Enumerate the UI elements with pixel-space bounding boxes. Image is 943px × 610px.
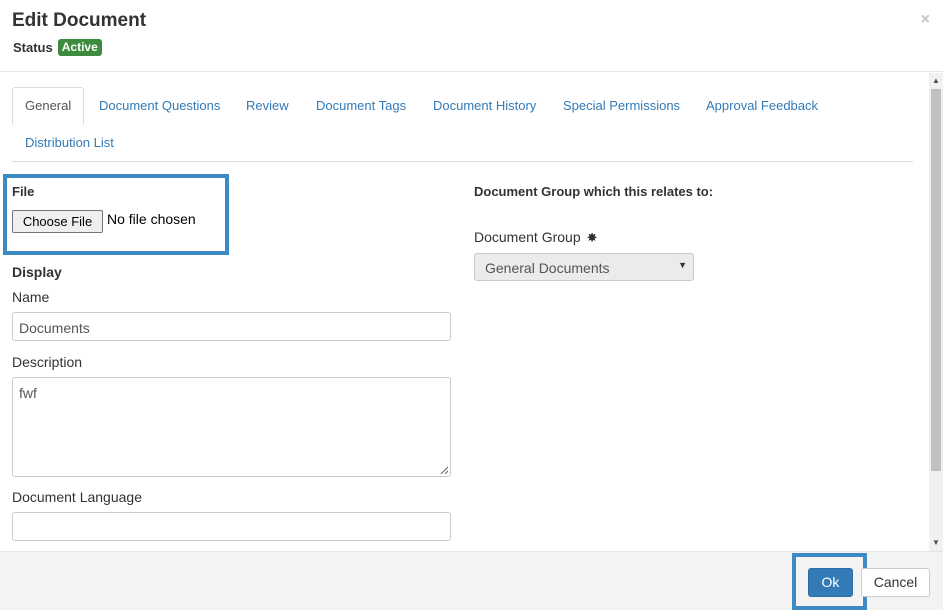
modal-header: Edit Document Status Active × <box>0 0 943 72</box>
display-heading: Display <box>12 264 62 280</box>
description-label: Description <box>12 354 83 370</box>
scroll-thumb[interactable] <box>931 89 941 471</box>
resize-grip-icon[interactable] <box>440 466 448 474</box>
file-label: File <box>12 184 35 199</box>
tab-distribution-list[interactable]: Distribution List <box>25 135 114 150</box>
modal-body: General Document Questions Review Docume… <box>0 73 929 551</box>
description-value: fwf <box>19 385 37 401</box>
required-asterisk-icon: ✸ <box>586 230 598 245</box>
description-textarea[interactable]: fwf <box>12 377 451 477</box>
choose-file-button[interactable]: Choose File <box>12 210 103 233</box>
document-group-selected: General Documents <box>485 260 610 276</box>
name-input[interactable]: Documents <box>12 312 451 341</box>
tab-bar: General Document Questions Review Docume… <box>12 87 913 162</box>
tab-approval-feedback[interactable]: Approval Feedback <box>706 98 818 113</box>
document-group-heading: Document Group which this relates to: <box>474 184 714 199</box>
close-icon[interactable]: × <box>921 11 930 29</box>
status-label: Status <box>13 40 53 55</box>
tab-general[interactable]: General <box>12 87 85 125</box>
status-row: Status Active <box>13 39 102 56</box>
document-group-label: Document Group ✸ <box>474 229 598 246</box>
tab-document-history[interactable]: Document History <box>433 98 536 113</box>
document-group-label-text: Document Group <box>474 229 581 245</box>
modal-title: Edit Document <box>12 10 147 31</box>
modal-footer: Ok Cancel <box>0 551 943 610</box>
tab-special-permissions[interactable]: Special Permissions <box>563 98 680 113</box>
document-language-label: Document Language <box>12 489 142 505</box>
ok-button[interactable]: Ok <box>808 568 853 597</box>
document-language-input[interactable] <box>12 512 451 541</box>
scroll-up-arrow-icon[interactable]: ▲ <box>929 73 943 89</box>
name-label: Name <box>12 289 50 305</box>
document-group-select[interactable]: General Documents ▼ <box>474 253 694 281</box>
tab-review[interactable]: Review <box>246 98 289 113</box>
no-file-chosen-text: No file chosen <box>107 211 196 227</box>
vertical-scrollbar[interactable]: ▲ ▼ <box>929 73 943 551</box>
chevron-down-icon: ▼ <box>678 260 687 270</box>
tab-document-questions[interactable]: Document Questions <box>99 98 220 113</box>
scroll-down-arrow-icon[interactable]: ▼ <box>929 535 943 551</box>
status-badge: Active <box>57 39 102 56</box>
tab-document-tags[interactable]: Document Tags <box>316 98 406 113</box>
cancel-button[interactable]: Cancel <box>861 568 930 597</box>
